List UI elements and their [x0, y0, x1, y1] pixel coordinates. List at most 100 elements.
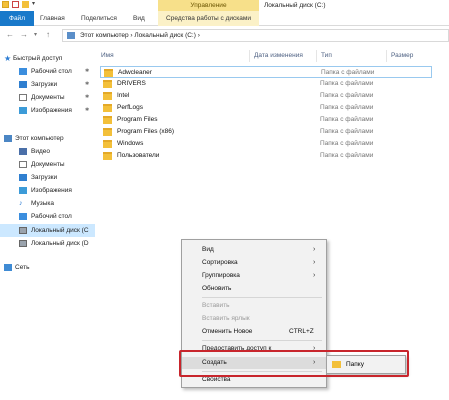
nav-item-drive-c[interactable]: Локальный диск (C — [0, 224, 95, 237]
menu-item-sort[interactable]: Сортировка › — [182, 257, 326, 269]
tab-disk-tools[interactable]: Средства работы с дисками — [158, 11, 259, 26]
file-name: Windows — [117, 140, 144, 147]
table-row[interactable]: DRIVERS Папка с файлами — [100, 78, 432, 90]
chevron-right-icon: › — [313, 345, 316, 352]
nav-label: Локальный диск (D — [31, 240, 89, 247]
menu-item-view[interactable]: Вид › — [182, 244, 326, 256]
nav-item-desktop[interactable]: Рабочий стол ✱ — [0, 65, 95, 78]
nav-label: Этот компьютер — [15, 135, 64, 142]
folder-icon — [103, 152, 112, 160]
music-icon: ♪ — [19, 200, 23, 207]
pin-icon: ✱ — [85, 94, 90, 100]
properties-icon[interactable] — [12, 1, 19, 8]
menu-item-refresh[interactable]: Обновить — [182, 283, 326, 295]
table-row[interactable]: Program Files (x86) Папка с файлами — [100, 126, 432, 138]
file-type: Папка с файлами — [320, 128, 374, 135]
menu-label: Отменить Новое — [202, 328, 253, 335]
nav-item-videos[interactable]: Видео — [0, 145, 95, 158]
pin-icon: ✱ — [85, 81, 90, 87]
up-arrow-icon[interactable]: ↑ — [46, 30, 50, 40]
drive-icon — [19, 240, 27, 247]
chevron-down-icon[interactable]: ▾ — [32, 1, 39, 8]
breadcrumb[interactable]: Этот компьютер › Локальный диск (C:) › — [80, 30, 200, 42]
menu-item-undo[interactable]: Отменить Новое CTRL+Z — [182, 326, 326, 338]
menu-label: Группировка — [202, 272, 240, 279]
table-row[interactable]: PerfLogs Папка с файлами — [100, 102, 432, 114]
nav-label: Документы — [31, 161, 65, 168]
column-header-modified[interactable]: Дата изменения — [250, 50, 317, 62]
nav-item-pc-documents[interactable]: Документы — [0, 158, 95, 171]
nav-label: Сеть — [15, 264, 30, 271]
nav-label: Быстрый доступ — [13, 55, 63, 62]
tab-file[interactable]: Файл — [0, 11, 34, 26]
table-row[interactable]: Windows Папка с файлами — [100, 138, 432, 150]
navigation-pane: ★ Быстрый доступ Рабочий стол ✱ Загрузки… — [0, 52, 95, 400]
folder-icon — [103, 128, 112, 136]
column-header-name[interactable]: Имя — [97, 50, 250, 62]
menu-item-create[interactable]: Создать › — [182, 357, 326, 369]
menu-label: Вставить ярлык — [202, 315, 250, 322]
pictures-icon — [19, 107, 27, 114]
documents-icon — [19, 161, 27, 168]
menu-item-paste-shortcut[interactable]: Вставить ярлык — [182, 313, 326, 325]
table-row[interactable]: Пользователи Папка с файлами — [100, 150, 432, 162]
nav-item-drive-d[interactable]: Локальный диск (D — [0, 237, 95, 250]
folder-icon[interactable] — [2, 1, 9, 8]
menu-label: Вставить — [202, 302, 230, 309]
nav-item-downloads[interactable]: Загрузки ✱ — [0, 78, 95, 91]
chevron-right-icon: › — [313, 359, 316, 366]
file-name: Пользователи — [117, 152, 160, 159]
new-folder-icon[interactable] — [22, 1, 29, 8]
submenu-item-folder[interactable]: Папку — [329, 358, 403, 371]
file-type: Папка с файлами — [320, 116, 374, 123]
column-header-type[interactable]: Тип — [317, 50, 387, 62]
pictures-icon — [19, 187, 27, 194]
menu-item-paste[interactable]: Вставить — [182, 300, 326, 312]
nav-item-pc-pictures[interactable]: Изображения — [0, 184, 95, 197]
window-title: Локальный диск (C:) — [264, 2, 326, 9]
nav-this-pc[interactable]: Этот компьютер — [0, 132, 95, 145]
menu-separator — [202, 297, 322, 298]
videos-icon — [19, 148, 27, 155]
nav-quick-access[interactable]: ★ Быстрый доступ — [0, 52, 95, 65]
menu-item-properties[interactable]: Свойства — [182, 374, 326, 386]
nav-item-pc-desktop[interactable]: Рабочий стол — [0, 210, 95, 223]
tab-view[interactable]: Вид — [133, 11, 145, 26]
downloads-icon — [19, 174, 27, 181]
file-name: Program Files (x86) — [117, 128, 175, 135]
nav-label: Локальный диск (C — [31, 227, 89, 234]
table-row[interactable]: Intel Папка с файлами — [100, 90, 432, 102]
menu-item-share[interactable]: Предоставить доступ к › — [182, 343, 326, 355]
quick-access-toolbar: ▾ — [2, 1, 39, 8]
nav-network[interactable]: Сеть — [0, 261, 95, 274]
back-arrow-icon[interactable]: ← — [6, 30, 14, 40]
column-header-size[interactable]: Размер — [387, 50, 447, 62]
tab-share[interactable]: Поделиться — [81, 11, 117, 26]
menu-label: Предоставить доступ к — [202, 345, 272, 352]
manage-tab-header: Управление — [158, 0, 259, 11]
computer-icon — [67, 32, 75, 39]
table-row[interactable]: Adwcleaner Папка с файлами — [100, 66, 432, 78]
nav-item-music[interactable]: ♪ Музыка — [0, 197, 95, 210]
table-row[interactable]: Program Files Папка с файлами — [100, 114, 432, 126]
desktop-icon — [19, 213, 27, 220]
folder-icon — [103, 140, 112, 148]
folder-icon — [332, 361, 341, 368]
nav-item-documents[interactable]: Документы ✱ — [0, 91, 95, 104]
nav-label: Рабочий стол — [31, 68, 72, 75]
nav-label: Загрузки — [31, 81, 58, 88]
forward-arrow-icon[interactable]: → — [20, 30, 28, 40]
address-bar-row: ← → ▾ ↑ Этот компьютер › Локальный диск … — [0, 27, 449, 44]
menu-label: Создать — [202, 359, 227, 366]
computer-icon — [4, 135, 12, 142]
keyboard-shortcut: CTRL+Z — [289, 328, 314, 335]
tab-home[interactable]: Главная — [40, 11, 65, 26]
nav-label: Документы — [31, 94, 65, 101]
nav-item-pictures[interactable]: Изображения ✱ — [0, 104, 95, 117]
address-input[interactable]: Этот компьютер › Локальный диск (C:) › — [62, 29, 449, 42]
folder-icon — [103, 104, 112, 112]
recent-chevron-icon[interactable]: ▾ — [34, 30, 37, 40]
menu-item-group[interactable]: Группировка › — [182, 270, 326, 282]
nav-item-pc-downloads[interactable]: Загрузки — [0, 171, 95, 184]
menu-label: Вид — [202, 246, 214, 253]
